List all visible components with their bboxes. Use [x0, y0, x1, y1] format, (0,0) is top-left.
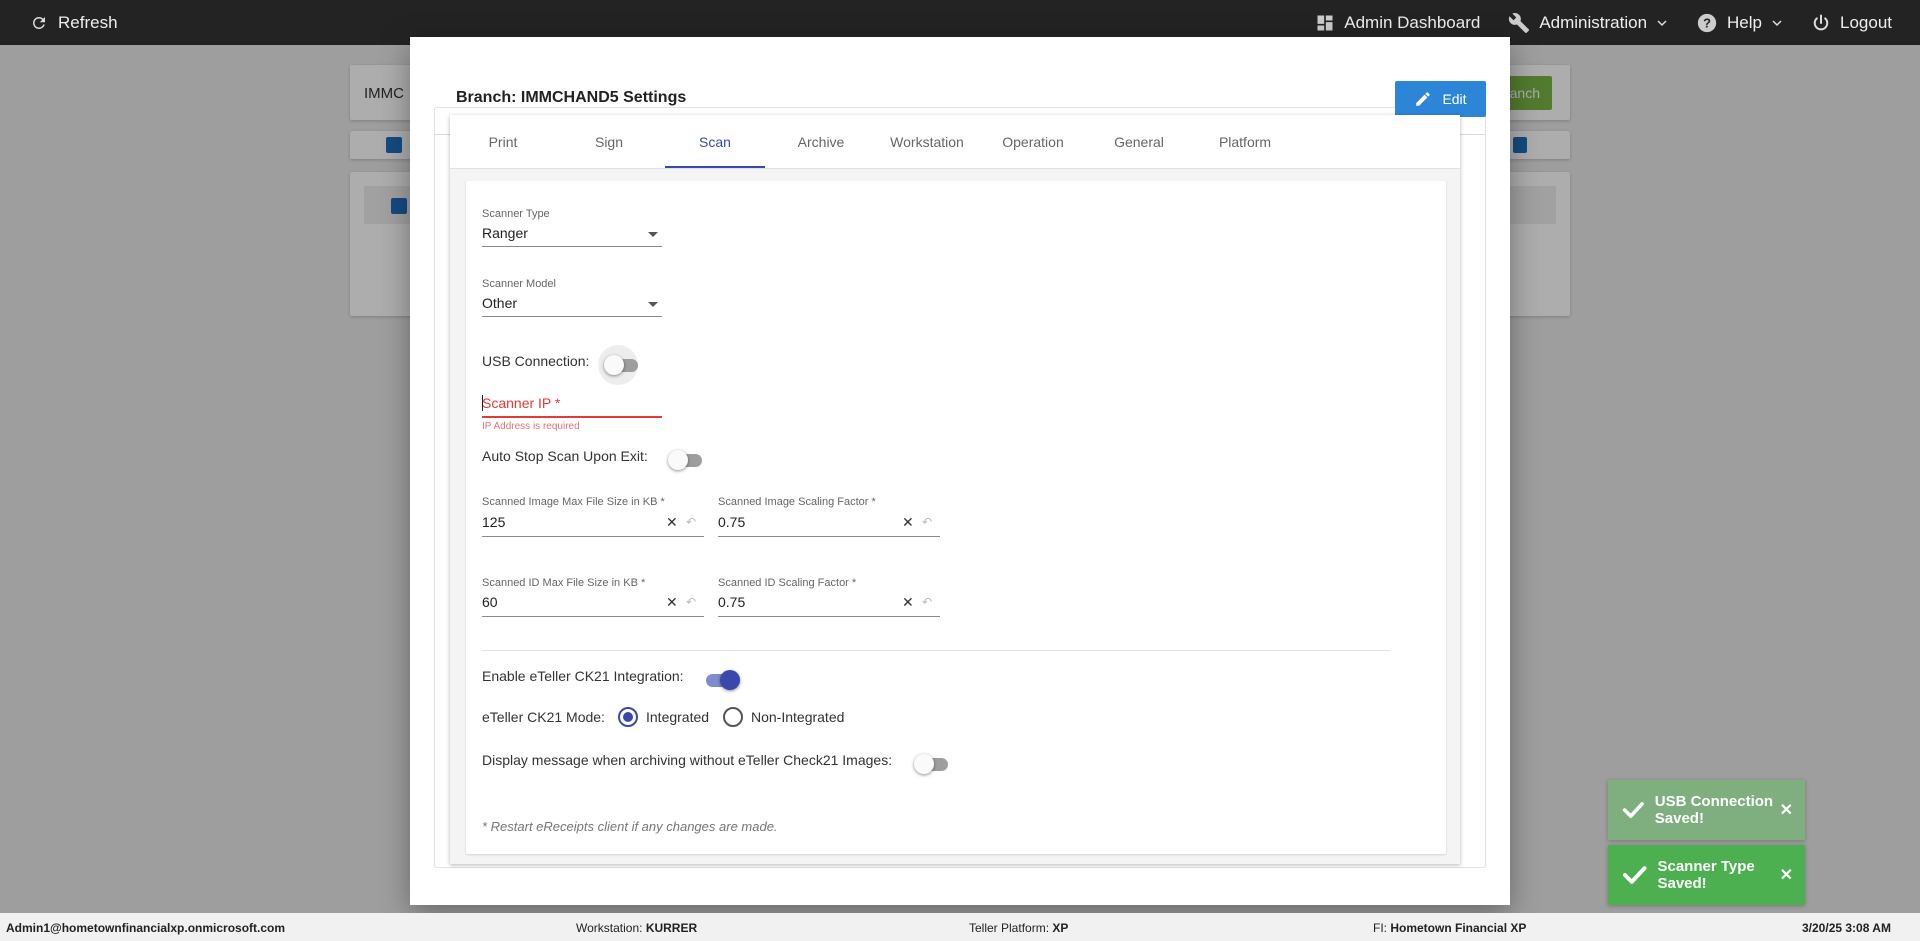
close-icon[interactable]: ✕ — [1780, 800, 1793, 820]
usb-connection-label: USB Connection: — [482, 353, 590, 369]
radio-non-integrated-label: Non-Integrated — [751, 709, 845, 725]
undo-icon: ↶ — [922, 595, 933, 609]
tab-archive[interactable]: Archive — [771, 115, 871, 169]
id-max-size-value: 60 — [482, 594, 498, 610]
scan-settings-panel: Scanner Type Ranger Scanner Model Other … — [466, 181, 1446, 854]
clear-icon[interactable]: ✕ — [902, 595, 914, 609]
chevron-down-icon — [1657, 19, 1667, 26]
radio-non-integrated[interactable] — [723, 707, 743, 727]
wrench-icon — [1509, 12, 1530, 33]
clear-icon[interactable]: ✕ — [902, 515, 914, 529]
status-bar: Admin1@hometownfinancialxp.onmicrosoft.c… — [0, 913, 1920, 941]
scanner-type-select[interactable]: Ranger — [482, 221, 662, 247]
refresh-button[interactable]: Refresh — [30, 0, 118, 45]
dialog-title: Branch: IMMCHAND5 Settings — [456, 89, 687, 106]
help-label: Help — [1727, 12, 1762, 32]
image-scaling-label: Scanned Image Scaling Factor * — [718, 496, 876, 508]
scanner-model-select[interactable]: Other — [482, 291, 662, 317]
image-scaling-value: 0.75 — [718, 514, 746, 530]
dashboard-icon — [1317, 15, 1333, 30]
ck21-mode-label: eTeller CK21 Mode: — [482, 709, 605, 725]
id-max-size-label: Scanned ID Max File Size in KB * — [482, 577, 646, 589]
radio-integrated[interactable] — [618, 707, 638, 727]
auto-stop-label: Auto Stop Scan Upon Exit: — [482, 448, 648, 464]
status-platform: Teller Platform: XP — [969, 921, 1069, 935]
refresh-label: Refresh — [58, 12, 118, 32]
svg-text:?: ? — [1703, 15, 1711, 30]
restart-note: * Restart eReceipts client if any change… — [482, 819, 778, 834]
status-workstation: Workstation: KURRER — [576, 921, 698, 935]
status-user: Admin1@hometownfinancialxp.onmicrosoft.c… — [6, 921, 286, 935]
status-datetime: 3/20/25 3:08 AM — [1802, 921, 1891, 935]
ck21-integration-toggle[interactable] — [700, 668, 740, 692]
toast-scanner-type-saved: Scanner Type Saved! ✕ — [1608, 845, 1805, 905]
edit-button[interactable]: Edit — [1395, 81, 1486, 117]
settings-tabs: Print Sign Scan Archive Workstation Oper… — [450, 115, 1460, 169]
check-icon — [1622, 866, 1647, 884]
chevron-down-icon — [1772, 19, 1782, 26]
dropdown-arrow-icon — [648, 302, 658, 307]
tab-print[interactable]: Print — [453, 115, 553, 169]
close-icon[interactable]: ✕ — [1780, 865, 1793, 885]
tab-scan[interactable]: Scan — [665, 115, 765, 169]
auto-stop-toggle[interactable] — [666, 448, 706, 472]
dropdown-arrow-icon — [648, 232, 658, 237]
status-fi: FI: Hometown Financial XP — [1373, 921, 1527, 935]
toast-usb-connection-saved: USB Connection Saved! ✕ — [1608, 780, 1805, 840]
admin-dashboard-link[interactable]: Admin Dashboard — [1315, 13, 1480, 33]
section-divider — [482, 650, 1390, 651]
undo-icon: ↶ — [686, 515, 697, 529]
image-max-size-label: Scanned Image Max File Size in KB * — [482, 496, 665, 508]
id-scaling-input[interactable]: 0.75 ✕ ↶ — [718, 589, 940, 617]
scanner-type-value: Ranger — [482, 225, 528, 241]
logout-button[interactable]: Logout — [1811, 13, 1892, 33]
help-icon: ? — [1697, 13, 1717, 32]
power-icon — [1813, 14, 1829, 30]
tab-operation[interactable]: Operation — [983, 115, 1083, 169]
image-max-size-value: 125 — [482, 514, 506, 530]
id-scaling-value: 0.75 — [718, 594, 746, 610]
tab-general[interactable]: General — [1089, 115, 1189, 169]
undo-icon: ↶ — [686, 595, 697, 609]
edit-label: Edit — [1442, 91, 1467, 107]
scanner-model-label: Scanner Model — [482, 278, 556, 290]
display-message-label: Display message when archiving without e… — [482, 752, 893, 768]
help-menu[interactable]: ? Help — [1696, 12, 1783, 34]
id-scaling-label: Scanned ID Scaling Factor * — [718, 577, 857, 589]
active-tab-indicator — [665, 166, 765, 168]
scanner-ip-input[interactable]: Scanner IP * — [482, 389, 662, 419]
tab-sign[interactable]: Sign — [559, 115, 659, 169]
administration-menu[interactable]: Administration — [1508, 12, 1668, 34]
id-max-size-input[interactable]: 60 ✕ ↶ — [482, 589, 704, 617]
scanner-model-value: Other — [482, 295, 518, 311]
undo-icon: ↶ — [922, 515, 933, 529]
display-message-toggle[interactable] — [912, 752, 952, 776]
administration-label: Administration — [1539, 12, 1648, 32]
logout-label: Logout — [1840, 12, 1892, 32]
radio-integrated-label: Integrated — [646, 709, 710, 725]
scanner-type-label: Scanner Type — [482, 208, 550, 220]
usb-connection-toggle[interactable] — [602, 353, 642, 377]
refresh-icon — [32, 16, 45, 29]
branch-settings-dialog: Branch: IMMCHAND5 Settings Edit Print Si… — [410, 37, 1510, 905]
clear-icon[interactable]: ✕ — [666, 595, 678, 609]
tab-workstation[interactable]: Workstation — [877, 115, 977, 169]
text-cursor — [482, 395, 483, 411]
image-scaling-input[interactable]: 0.75 ✕ ↶ — [718, 509, 940, 537]
pencil-icon — [1416, 92, 1431, 106]
tab-platform[interactable]: Platform — [1195, 115, 1295, 169]
image-max-size-input[interactable]: 125 ✕ ↶ — [482, 509, 704, 537]
scanner-ip-error: IP Address is required — [482, 421, 580, 432]
ck21-integration-label: Enable eTeller CK21 Integration: — [482, 668, 684, 684]
scanner-ip-label: Scanner IP * — [482, 395, 561, 411]
clear-icon[interactable]: ✕ — [666, 515, 678, 529]
settings-card: Print Sign Scan Archive Workstation Oper… — [450, 115, 1460, 864]
admin-dashboard-label: Admin Dashboard — [1344, 12, 1481, 32]
check-icon — [1622, 802, 1644, 818]
